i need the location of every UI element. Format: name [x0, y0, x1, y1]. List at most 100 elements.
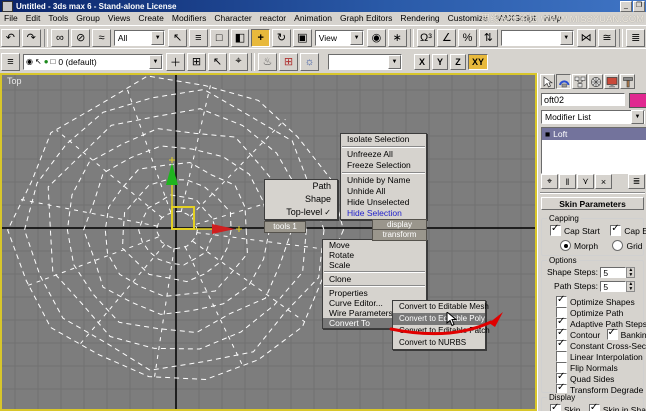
- curve-editor-icon[interactable]: ≣: [626, 29, 645, 47]
- grid-radio[interactable]: [612, 240, 623, 251]
- show-end-result-icon[interactable]: ‖: [559, 174, 576, 189]
- submenu-convert-editable-mesh[interactable]: Convert to Editable Mesh: [393, 301, 485, 313]
- quad-item-freeze-selection[interactable]: Freeze Selection: [341, 160, 426, 171]
- select-by-name-icon[interactable]: ≡: [189, 29, 208, 47]
- configure-modifier-sets-icon[interactable]: ≣: [628, 174, 645, 189]
- linear-interpolation-checkbox[interactable]: [556, 351, 567, 362]
- quad-item-rotate[interactable]: Rotate: [323, 250, 426, 260]
- quad-item-scale[interactable]: Scale: [323, 260, 426, 270]
- submenu-convert-editable-patch[interactable]: Convert to Editable Patch: [393, 325, 485, 337]
- modifier-list-dropdown[interactable]: Modifier List ▼: [541, 110, 645, 124]
- skin-in-shaded-checkbox[interactable]: [589, 404, 600, 411]
- quad-item-unhide-all[interactable]: Unhide All: [341, 186, 426, 197]
- select-and-rotate-icon[interactable]: ↻: [272, 29, 291, 47]
- stack-item-loft[interactable]: ■Loft: [542, 128, 646, 140]
- menu-tools[interactable]: Tools: [44, 12, 72, 25]
- shape-steps-spinner[interactable]: ▲▼: [626, 267, 635, 278]
- menu-create[interactable]: Create: [134, 12, 168, 25]
- remove-modifier-icon[interactable]: ×: [595, 174, 612, 189]
- quad-item-path[interactable]: Path: [265, 180, 337, 193]
- axis-x-button[interactable]: X: [414, 54, 430, 70]
- add-to-layer-icon[interactable]: ⊞: [187, 53, 206, 71]
- select-and-move-icon[interactable]: +: [251, 29, 270, 47]
- new-layer-icon[interactable]: ＋: [166, 53, 185, 71]
- path-steps-field[interactable]: 5: [600, 281, 626, 292]
- named-selection-dropdown[interactable]: ▼: [501, 30, 574, 46]
- menu-file[interactable]: File: [0, 12, 22, 25]
- layer-manager-icon[interactable]: ≡: [1, 53, 20, 71]
- path-steps-spinner[interactable]: ▲▼: [626, 281, 635, 292]
- rect-selection-region-icon[interactable]: □: [210, 29, 229, 47]
- quad-item-properties[interactable]: Properties: [323, 288, 426, 298]
- render-preset-dropdown[interactable]: ▼: [328, 54, 402, 70]
- dropdown-arrow-icon[interactable]: ▼: [631, 110, 644, 124]
- tab-utilities[interactable]: [620, 74, 635, 89]
- menu-group[interactable]: Group: [72, 12, 104, 25]
- coord-system-dropdown[interactable]: View ▼: [315, 30, 364, 46]
- submenu-convert-editable-poly[interactable]: Convert to Editable Poly: [393, 313, 485, 325]
- axis-xy-button[interactable]: XY: [468, 54, 488, 70]
- snap-toggle-icon[interactable]: Ω³: [417, 29, 436, 47]
- dropdown-arrow-icon[interactable]: ▼: [560, 31, 573, 45]
- morph-radio[interactable]: [560, 240, 571, 251]
- tab-hierarchy[interactable]: [572, 74, 587, 89]
- redo-icon[interactable]: ↷: [22, 29, 41, 47]
- tab-create[interactable]: [540, 74, 555, 89]
- cap-end-checkbox[interactable]: [610, 225, 621, 236]
- menu-animation[interactable]: Animation: [290, 12, 336, 25]
- select-layer-icon[interactable]: ↖: [208, 53, 227, 71]
- cap-start-checkbox[interactable]: [550, 225, 561, 236]
- unlink-selection-icon[interactable]: ⊘: [71, 29, 90, 47]
- select-and-manipulate-icon[interactable]: ∗: [388, 29, 407, 47]
- dropdown-arrow-icon[interactable]: ▼: [151, 31, 164, 45]
- undo-icon[interactable]: ↶: [1, 29, 20, 47]
- viewport-label[interactable]: Top: [7, 76, 22, 86]
- window-crossing-icon[interactable]: ◧: [231, 29, 250, 47]
- menu-views[interactable]: Views: [104, 12, 135, 25]
- menu-edit[interactable]: Edit: [22, 12, 45, 25]
- quick-render-icon[interactable]: ☼: [300, 53, 319, 71]
- spinner-snap-icon[interactable]: ⇅: [479, 29, 498, 47]
- select-object-icon[interactable]: ↖: [168, 29, 187, 47]
- viewport-canvas[interactable]: [0, 73, 537, 411]
- tab-modify[interactable]: [556, 74, 571, 89]
- tab-display[interactable]: [604, 74, 619, 89]
- render-scene-icon[interactable]: ♨: [258, 53, 277, 71]
- dropdown-arrow-icon[interactable]: ▼: [350, 31, 363, 45]
- menu-character[interactable]: Character: [210, 12, 255, 25]
- quad-item-shape[interactable]: Shape: [265, 193, 337, 206]
- optimize-shapes-checkbox[interactable]: [556, 296, 567, 307]
- angle-snap-icon[interactable]: ∠: [437, 29, 456, 47]
- banking-checkbox[interactable]: [607, 329, 618, 340]
- menu-modifiers[interactable]: Modifiers: [168, 12, 210, 25]
- quad-item-clone[interactable]: Clone: [323, 274, 426, 284]
- object-color-swatch[interactable]: [629, 93, 646, 108]
- select-and-link-icon[interactable]: ∞: [51, 29, 70, 47]
- select-and-scale-icon[interactable]: ▣: [293, 29, 312, 47]
- menu-rendering[interactable]: Rendering: [396, 12, 443, 25]
- selection-filter-dropdown[interactable]: All ▼: [114, 30, 165, 46]
- dropdown-arrow-icon[interactable]: ▼: [149, 55, 162, 69]
- top-viewport[interactable]: Top: [0, 73, 537, 411]
- quad-item-hide-unselected[interactable]: Hide Unselected: [341, 197, 426, 208]
- quad-item-hide-selection[interactable]: Hide Selection: [341, 208, 426, 219]
- quad-item-unfreeze-all[interactable]: Unfreeze All: [341, 149, 426, 160]
- pick-layer-icon[interactable]: ⌖: [229, 53, 248, 71]
- shape-steps-field[interactable]: 5: [600, 267, 626, 278]
- bind-spacewarp-icon[interactable]: ≈: [92, 29, 111, 47]
- make-unique-icon[interactable]: ⋎: [577, 174, 594, 189]
- tab-motion[interactable]: [588, 74, 603, 89]
- quad-item-isolate-selection[interactable]: Isolate Selection: [341, 134, 426, 145]
- dropdown-arrow-icon[interactable]: ▼: [388, 55, 401, 69]
- menu-reactor[interactable]: reactor: [256, 12, 290, 25]
- align-icon[interactable]: ≅: [598, 29, 617, 47]
- render-type-icon[interactable]: ⊞: [279, 53, 298, 71]
- axis-z-button[interactable]: Z: [450, 54, 466, 70]
- layer-dropdown[interactable]: ◉ ↖ ● □ 0 (default) ▼: [23, 54, 163, 70]
- menu-graph-editors[interactable]: Graph Editors: [336, 12, 396, 25]
- mirror-icon[interactable]: ⋈: [577, 29, 596, 47]
- percent-snap-icon[interactable]: %: [458, 29, 477, 47]
- quad-item-unhide-by-name[interactable]: Unhide by Name: [341, 175, 426, 186]
- quad-item-top-level[interactable]: Top-level✓: [265, 206, 337, 219]
- skin-checkbox[interactable]: [550, 404, 561, 411]
